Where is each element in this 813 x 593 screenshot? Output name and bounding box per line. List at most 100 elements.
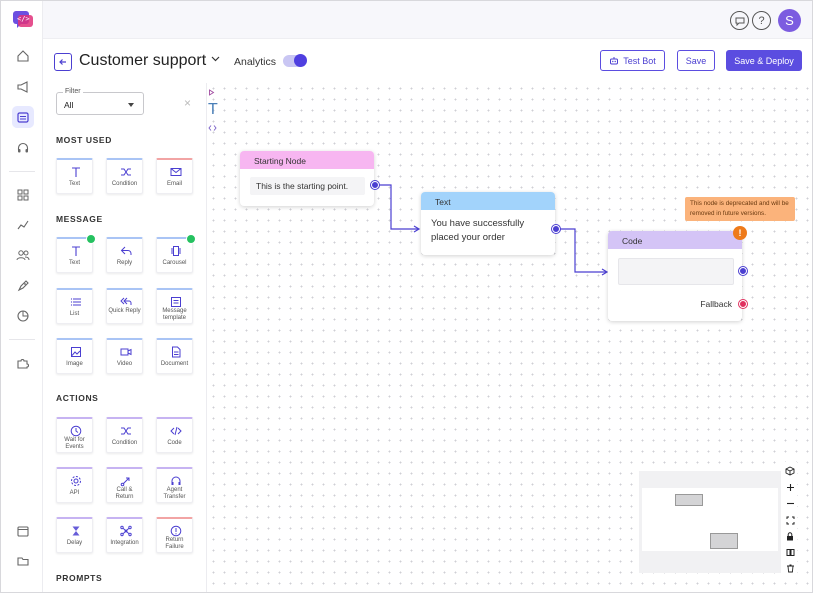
palette-carousel[interactable]: Carousel xyxy=(156,234,196,273)
shuffle-icon xyxy=(119,424,132,437)
analytics-toggle[interactable] xyxy=(283,54,307,67)
palette-image[interactable]: Image xyxy=(56,338,93,374)
nav-rail: </> xyxy=(1,1,43,592)
palette-label: Return Failure xyxy=(165,537,184,550)
output-port[interactable] xyxy=(739,267,747,275)
palette-label: Message template xyxy=(162,308,187,321)
chevron-down-icon[interactable] xyxy=(211,56,220,62)
starting-node-title: Starting Node xyxy=(240,151,374,169)
palette-label: Reply xyxy=(116,260,133,266)
minimap-node xyxy=(710,533,738,549)
cube-icon[interactable] xyxy=(783,464,797,478)
palette-quick-reply[interactable]: Quick Reply xyxy=(106,288,143,324)
palette-label: Condition xyxy=(111,181,138,187)
hourglass-icon xyxy=(69,524,82,537)
palette-delay[interactable]: Delay xyxy=(56,517,93,553)
carousel-icon xyxy=(169,244,182,257)
palette-video[interactable]: Video xyxy=(106,338,143,374)
rail-divider xyxy=(9,171,35,172)
palette-text[interactable]: Text xyxy=(56,234,96,273)
palette-document[interactable]: Document xyxy=(156,338,193,374)
bot-builder-icon[interactable] xyxy=(12,106,34,128)
help-icon[interactable]: ? xyxy=(752,11,771,30)
home-icon[interactable] xyxy=(12,45,34,67)
section-most-used: MOST USED xyxy=(56,135,112,145)
flow-canvas[interactable]: Starting Node This is the starting point… xyxy=(208,83,812,592)
users-icon[interactable] xyxy=(12,244,34,266)
pie-chart-icon[interactable] xyxy=(12,305,34,327)
filter-select[interactable]: Filter All xyxy=(56,88,144,115)
palette-condition[interactable]: Condition xyxy=(106,417,143,453)
chat-icon[interactable] xyxy=(730,11,749,30)
palette-list[interactable]: List xyxy=(56,288,93,324)
palette-agent-transfer[interactable]: Agent Transfer xyxy=(156,467,193,503)
folder-icon[interactable] xyxy=(12,550,34,572)
lock-icon[interactable] xyxy=(783,529,797,543)
output-port[interactable] xyxy=(371,181,379,189)
window-icon[interactable] xyxy=(12,520,34,542)
fit-view-icon[interactable] xyxy=(783,513,797,527)
puzzle-icon[interactable] xyxy=(12,352,34,374)
palette-label: Email xyxy=(166,181,182,187)
code-editor-field[interactable] xyxy=(618,258,734,285)
output-port[interactable] xyxy=(552,225,560,233)
close-icon[interactable]: × xyxy=(184,97,191,109)
palette-label: Delay xyxy=(66,540,83,546)
palette-email[interactable]: Email xyxy=(156,158,193,194)
integration-icon xyxy=(119,524,132,537)
back-button[interactable] xyxy=(54,53,72,71)
zoom-in-icon[interactable] xyxy=(783,480,797,494)
app-logo-icon[interactable]: </> xyxy=(12,10,34,30)
palette-label: Wait for Events xyxy=(64,437,85,450)
image-icon xyxy=(69,345,82,358)
palette-reply[interactable]: Reply xyxy=(106,237,143,273)
palette-label: API xyxy=(69,490,80,496)
test-bot-label: Test Bot xyxy=(623,55,656,66)
fallback-port[interactable] xyxy=(739,300,747,308)
section-prompts: PROMPTS xyxy=(56,573,103,583)
section-actions: ACTIONS xyxy=(56,393,99,403)
shuffle-icon xyxy=(119,165,132,178)
node-palette: Filter All × MOST USED Text Condition Em… xyxy=(43,83,207,592)
text-node-title: Text xyxy=(421,192,555,210)
palette-text[interactable]: Text xyxy=(56,158,93,194)
canvas-controls xyxy=(783,462,797,578)
palette-call-return[interactable]: Call & Return xyxy=(106,467,143,503)
clear-icon[interactable] xyxy=(783,561,797,575)
palette-api[interactable]: API xyxy=(56,467,93,503)
text-node[interactable]: Text You have successfully placed your o… xyxy=(421,192,560,255)
rail-divider xyxy=(9,339,35,340)
megaphone-icon[interactable] xyxy=(12,76,34,98)
user-avatar[interactable]: S xyxy=(778,9,801,32)
zoom-out-icon[interactable] xyxy=(783,496,797,510)
palette-code[interactable]: Code xyxy=(156,417,193,453)
fallback-label: Fallback xyxy=(700,299,732,309)
palette-label: Quick Reply xyxy=(108,308,141,314)
palette-label: List xyxy=(69,311,80,317)
headset-icon[interactable] xyxy=(12,137,34,159)
layout-icon[interactable] xyxy=(783,545,797,559)
palette-message-template[interactable]: Message template xyxy=(156,288,193,324)
rocket-icon[interactable] xyxy=(12,275,34,297)
warning-icon[interactable]: ! xyxy=(733,226,747,240)
clock-icon xyxy=(69,424,82,437)
palette-label: Video xyxy=(116,361,133,367)
palette-label: Image xyxy=(66,361,83,367)
palette-condition[interactable]: Condition xyxy=(106,158,143,194)
widgets-icon[interactable] xyxy=(12,184,34,206)
palette-integration[interactable]: Integration xyxy=(106,517,143,553)
analytics-icon[interactable] xyxy=(12,214,34,236)
save-deploy-button[interactable]: Save & Deploy xyxy=(726,50,802,71)
starting-node[interactable]: Starting Node This is the starting point… xyxy=(240,151,379,206)
document-icon xyxy=(169,345,182,358)
page-title: Customer support xyxy=(79,52,207,69)
analytics-label: Analytics xyxy=(234,56,277,68)
palette-label: Carousel xyxy=(162,260,187,266)
code-node[interactable]: Code Fallback xyxy=(608,231,747,321)
save-button[interactable]: Save xyxy=(677,50,715,71)
test-bot-button[interactable]: Test Bot xyxy=(600,50,665,71)
minimap-node xyxy=(675,494,703,506)
palette-return-failure[interactable]: Return Failure xyxy=(156,517,193,553)
minimap[interactable] xyxy=(639,471,781,573)
palette-wait-for-events[interactable]: Wait for Events xyxy=(56,417,93,453)
